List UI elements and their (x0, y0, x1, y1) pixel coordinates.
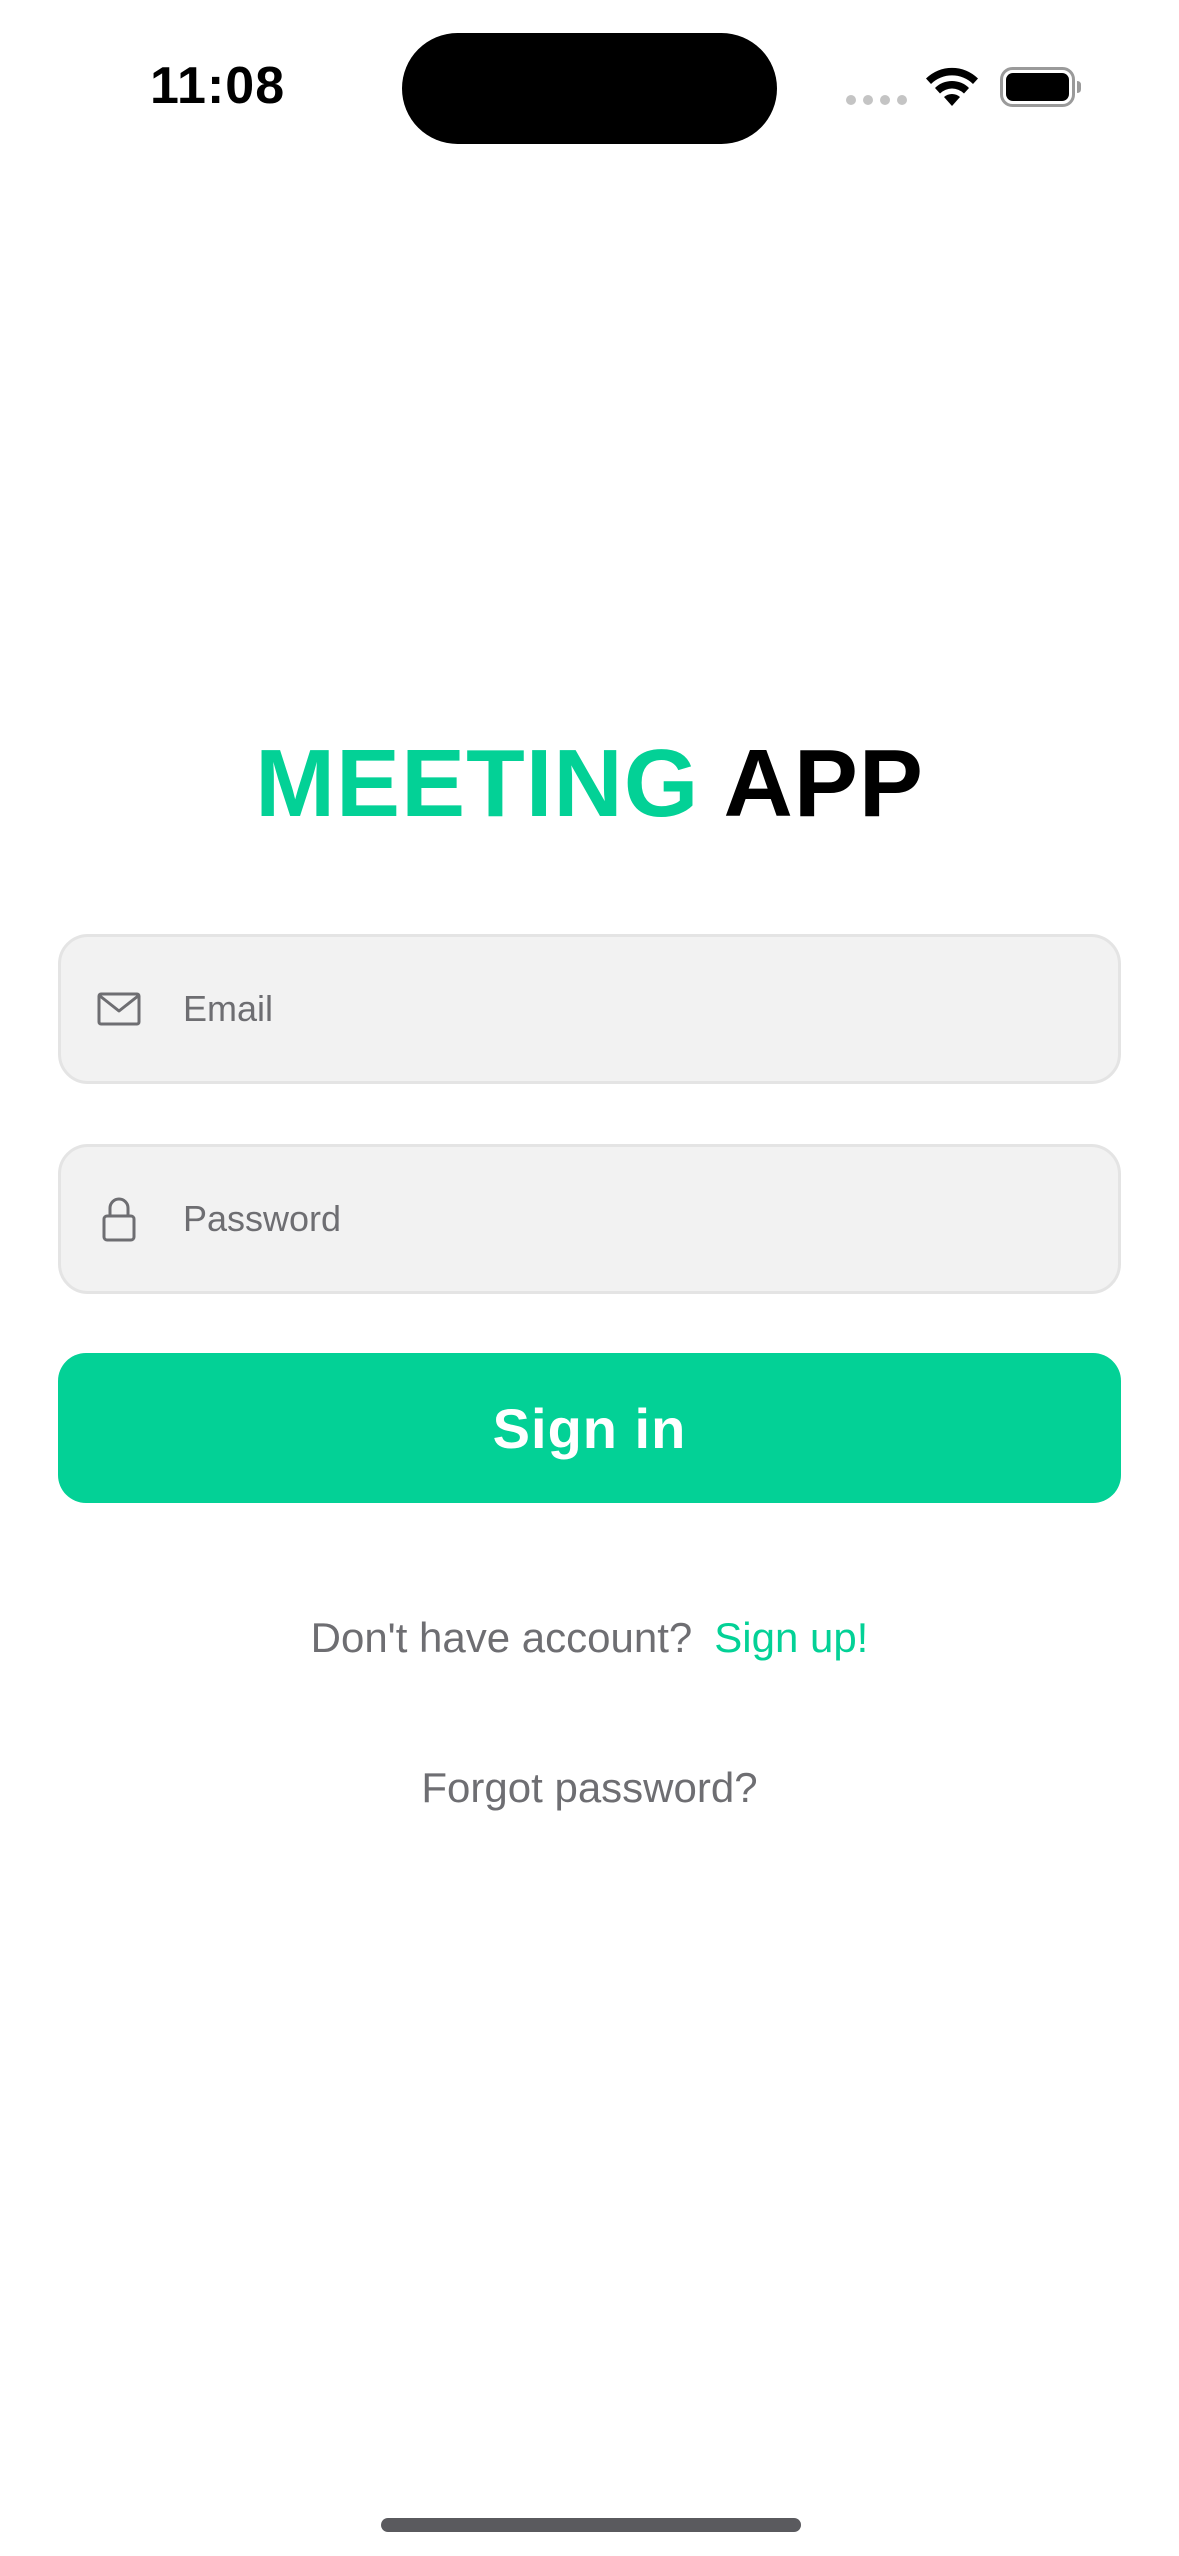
email-field[interactable] (58, 934, 1121, 1084)
email-input[interactable] (183, 937, 1083, 1081)
envelope-icon (95, 985, 143, 1033)
password-field[interactable] (58, 1144, 1121, 1294)
cellular-signal-icon (846, 95, 907, 105)
wifi-icon (926, 67, 978, 106)
dynamic-island (402, 33, 777, 144)
forgot-password-link[interactable]: Forgot password? (0, 1758, 1179, 1818)
signup-row: Don't have account? Sign up! (0, 1608, 1179, 1668)
status-bar-time: 11:08 (150, 57, 286, 115)
app-title: MEETING APP (0, 728, 1179, 840)
home-indicator[interactable] (381, 2518, 801, 2532)
signup-prompt-text: Don't have account? (310, 1614, 693, 1661)
app-title-dark-word: APP (723, 730, 924, 837)
sign-in-button[interactable]: Sign in (58, 1353, 1121, 1503)
app-title-accent-word: MEETING (255, 730, 700, 837)
battery-icon (1000, 67, 1081, 107)
sign-up-link[interactable]: Sign up! (714, 1614, 868, 1661)
lock-icon (95, 1195, 143, 1243)
password-input[interactable] (183, 1147, 1083, 1291)
